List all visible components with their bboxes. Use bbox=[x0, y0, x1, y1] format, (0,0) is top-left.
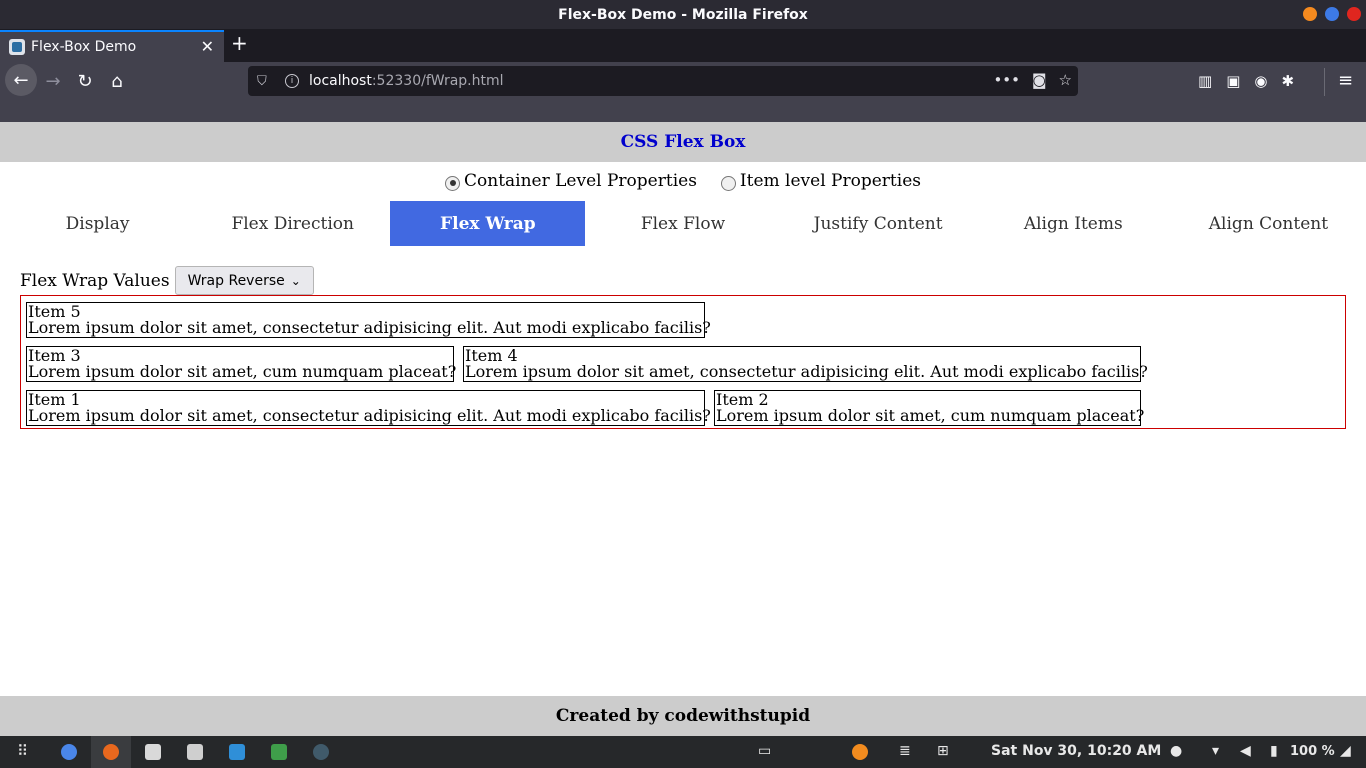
site-info-icon[interactable]: i bbox=[285, 74, 299, 88]
library-icon[interactable]: ▥ bbox=[1198, 72, 1212, 90]
radio-button-checked[interactable] bbox=[445, 175, 460, 191]
radio-button-unchecked[interactable] bbox=[720, 175, 736, 191]
flex-item: Item 1 Lorem ipsum dolor sit amet, conse… bbox=[26, 390, 711, 426]
system-taskbar: ⠿ ▭ ≣ ⊞ Sat Nov 30, 10:20 AM ● ▾ ◀ ▮ 100… bbox=[0, 736, 1366, 768]
back-icon[interactable]: ← bbox=[5, 64, 37, 96]
flex-item: Item 4 Lorem ipsum dolor sit amet, conse… bbox=[463, 346, 1148, 382]
item-text: Lorem ipsum dolor sit amet, consectetur … bbox=[28, 406, 711, 425]
browser-tab[interactable]: Flex-Box Demo ✕ bbox=[0, 30, 224, 62]
select-value: Wrap Reverse bbox=[187, 272, 285, 289]
radio-container-level[interactable]: Container Level Properties bbox=[445, 171, 697, 191]
power-menu-icon[interactable]: ◢ bbox=[1340, 743, 1351, 759]
forward-icon[interactable]: → bbox=[38, 67, 68, 95]
favicon-icon bbox=[9, 39, 25, 55]
window-title: Flex-Box Demo - Mozilla Firefox bbox=[558, 6, 808, 23]
extension-icon[interactable]: ✱ bbox=[1281, 72, 1294, 90]
clipboard-icon[interactable]: ≣ bbox=[899, 743, 911, 759]
screen-icon[interactable]: ▭ bbox=[758, 743, 771, 759]
new-tab-icon[interactable]: + bbox=[231, 33, 248, 53]
flex-item: Item 2 Lorem ipsum dolor sit amet, cum n… bbox=[714, 390, 1145, 426]
close-tab-icon[interactable]: ✕ bbox=[201, 37, 214, 56]
flex-item: Item 3 Lorem ipsum dolor sit amet, cum n… bbox=[26, 346, 457, 382]
app-icon[interactable] bbox=[313, 744, 329, 760]
flex-wrap-controls: Flex Wrap Values Wrap Reverse ⌄ bbox=[20, 266, 314, 295]
page-title: CSS Flex Box bbox=[620, 132, 746, 152]
flex-wrap-label: Flex Wrap Values bbox=[20, 270, 170, 291]
tab-flex-direction[interactable]: Flex Direction bbox=[195, 201, 390, 246]
chrome-icon[interactable] bbox=[61, 744, 77, 760]
battery-icon[interactable]: ▮ bbox=[1270, 743, 1278, 759]
property-tabs: Display Flex Direction Flex Wrap Flex Fl… bbox=[0, 201, 1366, 246]
radio-label: Container Level Properties bbox=[464, 171, 697, 191]
item-text: Lorem ipsum dolor sit amet, cum numquam … bbox=[716, 406, 1145, 425]
page-header: CSS Flex Box bbox=[0, 122, 1366, 162]
flex-wrap-select[interactable]: Wrap Reverse ⌄ bbox=[174, 266, 314, 295]
clock[interactable]: Sat Nov 30, 10:20 AM bbox=[991, 743, 1161, 759]
tab-align-content[interactable]: Align Content bbox=[1171, 201, 1366, 246]
volume-icon[interactable]: ◀ bbox=[1240, 743, 1251, 759]
files-icon[interactable] bbox=[145, 744, 161, 760]
battery-percent: 100 % bbox=[1290, 744, 1335, 759]
property-level-radios: Container Level Properties Item level Pr… bbox=[0, 171, 1366, 191]
page-content: CSS Flex Box Container Level Properties … bbox=[0, 122, 1366, 736]
screenshot-icon[interactable] bbox=[187, 744, 203, 760]
maximize-button[interactable] bbox=[1325, 7, 1339, 21]
url-path: :52330/fWrap.html bbox=[371, 73, 504, 89]
url-host: localhost bbox=[309, 73, 372, 89]
radio-item-level[interactable]: Item level Properties bbox=[720, 171, 921, 191]
tab-justify-content[interactable]: Justify Content bbox=[781, 201, 976, 246]
tab-align-items[interactable]: Align Items bbox=[976, 201, 1171, 246]
toolbar-divider bbox=[1324, 68, 1325, 96]
sidebar-icon[interactable]: ▣ bbox=[1226, 72, 1240, 90]
update-icon[interactable] bbox=[852, 744, 868, 760]
radio-label: Item level Properties bbox=[739, 171, 921, 191]
item-text: Lorem ipsum dolor sit amet, consectetur … bbox=[28, 318, 711, 337]
account-icon[interactable]: ◉ bbox=[1254, 72, 1267, 90]
wifi-icon[interactable]: ▾ bbox=[1212, 743, 1219, 759]
hamburger-menu-icon[interactable]: ≡ bbox=[1338, 70, 1353, 91]
app-grid-icon[interactable]: ⠿ bbox=[17, 742, 28, 760]
spreadsheet-icon[interactable] bbox=[271, 744, 287, 760]
workspace-icon[interactable]: ⊞ bbox=[937, 743, 949, 759]
notification-dot-icon: ● bbox=[1170, 743, 1183, 759]
item-text: Lorem ipsum dolor sit amet, cum numquam … bbox=[28, 362, 457, 381]
tab-flex-flow[interactable]: Flex Flow bbox=[585, 201, 780, 246]
firefox-icon[interactable] bbox=[103, 744, 119, 760]
vscode-icon[interactable] bbox=[229, 744, 245, 760]
home-icon[interactable]: ⌂ bbox=[102, 67, 132, 95]
minimize-button[interactable] bbox=[1303, 7, 1317, 21]
tab-flex-wrap[interactable]: Flex Wrap bbox=[390, 201, 586, 246]
close-window-button[interactable] bbox=[1347, 7, 1361, 21]
flex-item: Item 5 Lorem ipsum dolor sit amet, conse… bbox=[26, 302, 711, 338]
page-footer: Created by codewithstupid bbox=[0, 696, 1366, 736]
url-bar[interactable]: ⛉ i localhost:52330/fWrap.html ••• ◙ ☆ bbox=[248, 66, 1078, 96]
chevron-down-icon: ⌄ bbox=[290, 273, 301, 288]
tab-title: Flex-Box Demo bbox=[31, 39, 137, 55]
item-text: Lorem ipsum dolor sit amet, consectetur … bbox=[465, 362, 1148, 381]
reload-icon[interactable]: ↻ bbox=[70, 67, 100, 95]
flex-container: Item 5 Lorem ipsum dolor sit amet, conse… bbox=[20, 295, 1346, 429]
footer-text: Created by codewithstupid bbox=[555, 706, 811, 726]
window-titlebar: Flex-Box Demo - Mozilla Firefox bbox=[0, 0, 1366, 29]
page-actions-icon[interactable]: ••• bbox=[993, 71, 1020, 89]
pocket-icon[interactable]: ◙ bbox=[1032, 71, 1047, 89]
tracking-shield-icon[interactable]: ⛉ bbox=[257, 74, 271, 89]
tab-strip: Flex-Box Demo ✕ bbox=[0, 29, 1366, 62]
bookmark-star-icon[interactable]: ☆ bbox=[1059, 71, 1072, 89]
tab-display[interactable]: Display bbox=[0, 201, 195, 246]
